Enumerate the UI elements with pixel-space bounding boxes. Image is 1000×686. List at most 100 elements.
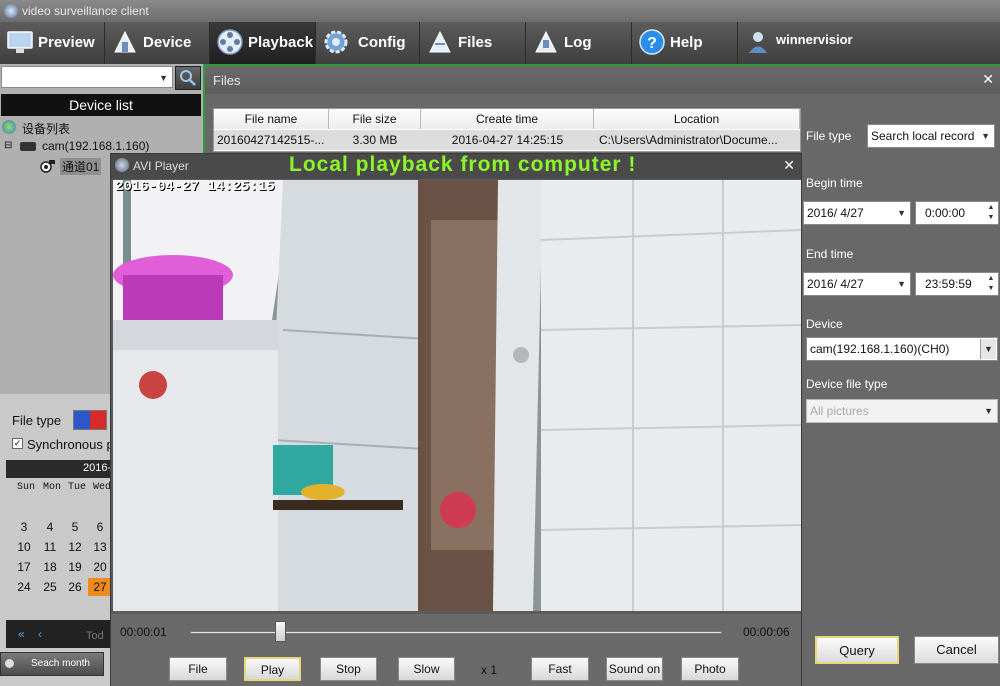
device-file-type-select[interactable]: All pictures ▼: [806, 399, 998, 423]
seek-bar[interactable]: [190, 631, 722, 634]
menu-help-label: Help: [670, 34, 703, 51]
calendar-day[interactable]: 13: [88, 540, 112, 554]
calendar-day[interactable]: 26: [63, 580, 87, 594]
col-location[interactable]: Location: [594, 109, 800, 129]
search-month-button[interactable]: Seach month: [0, 652, 104, 676]
video-image: [113, 180, 801, 611]
begin-time-stepper[interactable]: 0:00:00 ▲ ▼: [915, 201, 999, 225]
close-icon[interactable]: ✕: [783, 157, 795, 174]
query-button[interactable]: Query: [815, 636, 899, 664]
main-menu-bar: Preview Device Playback Config Files Log: [0, 22, 1000, 64]
prev-month-icon[interactable]: ‹: [38, 627, 42, 641]
search-month-icon: [5, 659, 14, 668]
calendar-day[interactable]: 19: [63, 560, 87, 574]
group-select[interactable]: ▼: [1, 66, 173, 88]
begin-time-label: Begin time: [806, 176, 863, 190]
chevron-down-icon: ▼: [897, 279, 906, 289]
play-button[interactable]: Play: [244, 657, 301, 681]
files-table: File name File size Create time Location…: [213, 108, 801, 152]
calendar-month: 2016-: [83, 462, 112, 474]
search-icon: [180, 70, 196, 86]
calendar-day[interactable]: 17: [12, 560, 36, 574]
total-time: 00:00:06: [743, 625, 790, 639]
calendar-day[interactable]: 5: [63, 520, 87, 534]
video-frame[interactable]: 2016-04-27 14:25:15: [113, 180, 801, 611]
col-create-time[interactable]: Create time: [421, 109, 594, 129]
tree-device[interactable]: cam(192.168.1.160): [42, 139, 149, 153]
cell-file-size: 3.30 MB: [352, 133, 398, 147]
calendar-day[interactable]: 25: [38, 580, 62, 594]
log-icon: [535, 30, 557, 53]
device-select[interactable]: cam(192.168.1.160)(CH0) ▼: [806, 337, 998, 361]
calendar-day[interactable]: 6: [88, 520, 112, 534]
col-file-size[interactable]: File size: [329, 109, 421, 129]
sync-checkbox[interactable]: ✓: [12, 438, 23, 449]
file-type-search-label: File type: [806, 129, 852, 143]
camera-icon: [20, 142, 36, 151]
begin-time-value: 0:00:00: [925, 206, 966, 220]
calendar-day[interactable]: 20: [88, 560, 112, 574]
prev-year-icon[interactable]: «: [18, 627, 25, 641]
menu-playback-label: Playback: [248, 34, 314, 51]
menu-help[interactable]: ? Help: [632, 22, 738, 64]
spin-arrows-icon[interactable]: ▲ ▼: [985, 203, 997, 223]
chevron-down-icon: ▼: [984, 406, 993, 416]
cell-file-name: 20160427142515-...: [217, 133, 325, 147]
user-name: winnervisior: [776, 32, 853, 47]
collapse-icon[interactable]: ⊟: [4, 140, 12, 151]
end-date-value: 2016/ 4/27: [807, 277, 864, 291]
close-icon[interactable]: ✕: [982, 71, 994, 88]
file-type-label: File type: [12, 413, 62, 428]
end-date-picker[interactable]: 2016/ 4/27 ▼: [803, 272, 911, 296]
today-label[interactable]: Tod: [86, 630, 104, 642]
file-button[interactable]: File: [169, 657, 227, 681]
user-account[interactable]: winnervisior: [738, 22, 1000, 64]
end-time-stepper[interactable]: 23:59:59 ▲ ▼: [915, 272, 999, 296]
calendar-day[interactable]: 11: [38, 540, 62, 554]
table-row[interactable]: 20160427142515-... 3.30 MB 2016-04-27 14…: [214, 130, 800, 150]
calendar-day[interactable]: 3: [12, 520, 36, 534]
photo-button[interactable]: Photo: [681, 657, 739, 681]
calendar-day[interactable]: 12: [63, 540, 87, 554]
gear-icon: [324, 30, 348, 54]
stop-button[interactable]: Stop: [320, 657, 377, 681]
menu-config[interactable]: Config: [316, 22, 420, 64]
device-list-header: Device list: [1, 94, 201, 116]
search-button[interactable]: [175, 66, 201, 90]
menu-files[interactable]: Files: [420, 22, 526, 64]
sound-button[interactable]: Sound on: [606, 657, 663, 681]
device-value: cam(192.168.1.160)(CH0): [810, 342, 950, 356]
tree-channel[interactable]: 通道01: [60, 158, 102, 175]
file-type-select[interactable]: Search local record ▼: [867, 124, 995, 148]
menu-files-label: Files: [458, 34, 493, 51]
calendar-day[interactable]: 10: [12, 540, 36, 554]
seek-handle[interactable]: [275, 621, 287, 642]
fast-button[interactable]: Fast: [531, 657, 589, 681]
menu-device[interactable]: Device: [105, 22, 210, 64]
calendar-day-selected[interactable]: 27: [88, 578, 112, 596]
slow-button[interactable]: Slow: [398, 657, 455, 681]
menu-playback[interactable]: Playback: [210, 22, 316, 64]
globe-icon: [2, 120, 16, 134]
chevron-down-icon: ▼: [159, 73, 168, 83]
col-file-name[interactable]: File name: [214, 109, 329, 129]
chevron-down-icon: ▼: [897, 208, 906, 218]
chevron-down-icon: ▼: [981, 131, 990, 141]
app-logo-icon: [4, 4, 18, 18]
cancel-button[interactable]: Cancel: [914, 636, 999, 664]
begin-date-picker[interactable]: 2016/ 4/27 ▼: [803, 201, 911, 225]
device-file-type-label: Device file type: [806, 377, 888, 391]
player-controls: 00:00:01 00:00:06 File Play Stop Slow x …: [111, 614, 801, 686]
file-type-color-icon[interactable]: [73, 410, 107, 430]
menu-preview[interactable]: Preview: [0, 22, 105, 64]
tree-root[interactable]: 设备列表: [22, 120, 70, 137]
spin-arrows-icon[interactable]: ▲ ▼: [985, 274, 997, 294]
calendar-day[interactable]: 18: [38, 560, 62, 574]
calendar-day[interactable]: 24: [12, 580, 36, 594]
calendar-day[interactable]: 4: [38, 520, 62, 534]
device-label: Device: [806, 317, 843, 331]
menu-log[interactable]: Log: [526, 22, 632, 64]
monitor-icon: [7, 31, 33, 53]
window-title: video surveillance client: [22, 4, 149, 18]
cell-location: C:\Users\Administrator\Docume...: [599, 133, 778, 147]
